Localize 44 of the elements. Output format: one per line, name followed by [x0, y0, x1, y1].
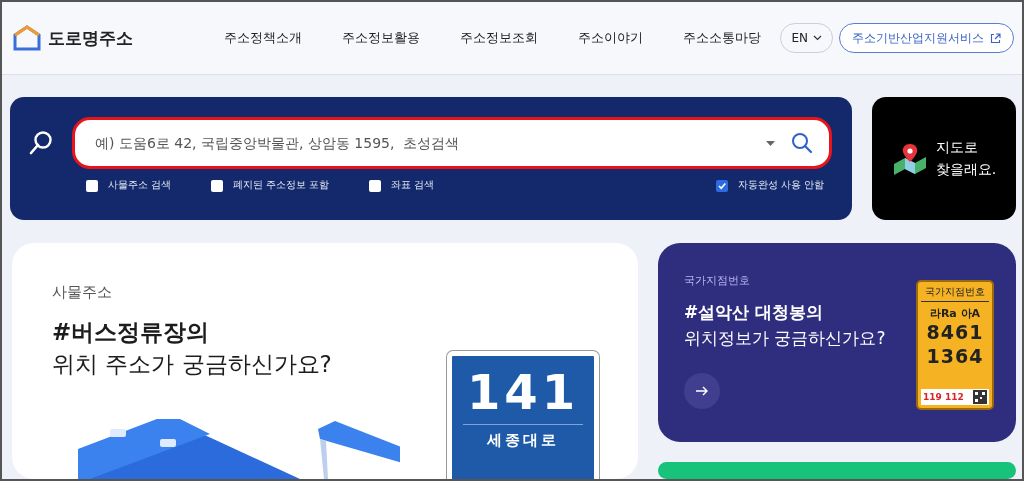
checkbox-label[interactable]: 폐지된 주소정보 포함: [233, 179, 330, 192]
nav-link[interactable]: 주소이야기: [578, 29, 643, 47]
checkbox[interactable]: [369, 179, 382, 192]
sign-road-name: 세종대로: [487, 430, 559, 450]
service-link-button[interactable]: 주소기반산업지원서비스: [839, 23, 1014, 53]
checkbox-label[interactable]: 사물주소 검색: [108, 179, 172, 192]
plate-number: 8461: [926, 321, 984, 345]
card-headline: 위치 주소가 궁금하신가요?: [52, 350, 333, 380]
nav-link[interactable]: 주소정보활용: [342, 29, 420, 47]
card-headline: #버스정류장의: [52, 318, 211, 347]
address-search-field[interactable]: 예) 도움6로 42, 국립중앙박물관, 상암동 1595, 초성검색: [93, 134, 750, 152]
checkbox-label[interactable]: 자동완성 사용 안함: [737, 179, 824, 192]
search-icon[interactable]: [791, 132, 813, 154]
language-dropdown[interactable]: EN: [780, 23, 833, 53]
card-headline: #설악산 대청봉의: [684, 301, 825, 324]
map-pin-icon: [891, 141, 928, 176]
object-address-card[interactable]: 사물주소 #버스정류장의 위치 주소가 궁금하신가요? 141 세종대로: [12, 243, 638, 479]
plate-emergency-numbers: 119 112: [923, 392, 964, 402]
arrow-button[interactable]: [684, 373, 720, 409]
checkbox[interactable]: [715, 179, 728, 192]
arrow-right-icon: [695, 386, 709, 396]
checkbox[interactable]: [211, 179, 224, 192]
plate-title: 국가지점번호: [921, 285, 989, 302]
nav-link[interactable]: 주소정보조회: [460, 29, 538, 47]
chevron-down-icon: [813, 35, 822, 41]
qr-code-icon: [973, 390, 987, 404]
card-headline: 위치정보가 궁금하신가요?: [684, 326, 887, 350]
card-category: 국가지점번호: [684, 273, 751, 288]
map-search-button[interactable]: 지도로 찾을래요.: [872, 97, 1016, 220]
nav-link[interactable]: 주소소통마당: [683, 29, 761, 47]
plate-number: 1364: [926, 344, 984, 369]
magnifier-icon: [28, 130, 54, 156]
site-logo[interactable]: 도로명주소: [48, 26, 133, 50]
external-link-icon: [990, 32, 1001, 44]
search-box[interactable]: 예) 도움6로 42, 국립중앙박물관, 상암동 1595, 초성검색: [72, 117, 832, 169]
card-category: 사물주소: [52, 283, 113, 302]
checkbox-label[interactable]: 좌표 검색: [391, 179, 435, 192]
plate-letters: 라Ra 아A: [929, 306, 981, 321]
house-logo-icon: [12, 25, 42, 51]
dropdown-caret-icon: [766, 140, 775, 146]
sign-number: 141: [463, 356, 583, 425]
checkbox[interactable]: [86, 179, 98, 192]
point-number-card[interactable]: 국가지점번호 #설악산 대청봉의 위치정보가 궁금하신가요? 국가지점번호 라Ra 아A 8461 1364 119 112: [658, 243, 1016, 442]
nav-link[interactable]: 주소정책소개: [224, 29, 302, 47]
